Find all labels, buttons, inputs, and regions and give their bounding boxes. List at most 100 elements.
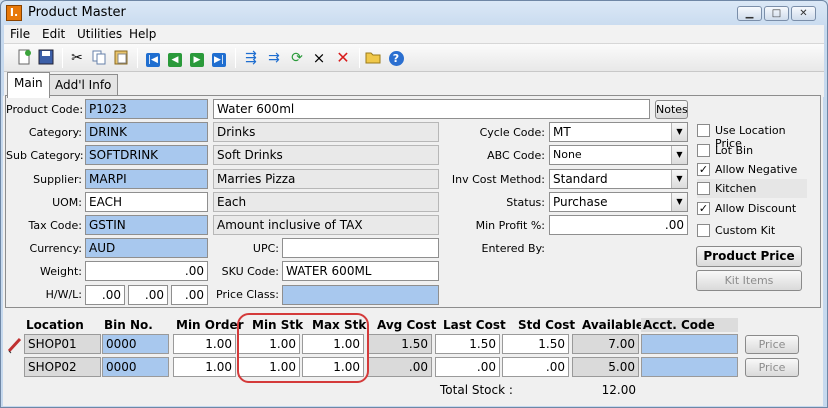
weight-label: Weight: (39, 265, 82, 278)
prev-icon[interactable]: ◀ (166, 49, 184, 67)
new-icon[interactable] (15, 49, 33, 67)
delete-icon[interactable]: ✕ (334, 49, 352, 67)
custom-kit-checkbox[interactable]: Custom Kit (697, 221, 807, 240)
close-window-button[interactable]: ✕ (791, 6, 816, 21)
sub-category-field[interactable]: SOFTDRINK (85, 145, 208, 165)
table-cell-acct-code[interactable] (641, 357, 738, 377)
menu-help[interactable]: Help (129, 27, 156, 41)
col-min-order: Min Order (176, 318, 244, 332)
entered-by-label: Entered By: (481, 242, 546, 255)
table-cell-location[interactable]: SHOP01 (24, 334, 101, 354)
menu-edit[interactable]: Edit (42, 27, 65, 41)
minimize-button[interactable]: ▁ (737, 6, 762, 21)
allow-negative-checkbox[interactable]: ✓ Allow Negative (697, 160, 807, 179)
inv-cost-method-select[interactable]: Standard ▼ (549, 169, 688, 189)
col-available: Available (582, 318, 644, 332)
kitchen-checkbox[interactable]: Kitchen (697, 179, 807, 198)
cycle-code-select[interactable]: MT ▼ (549, 122, 688, 142)
cut-icon[interactable]: ✂ (68, 49, 86, 67)
chevron-down-icon[interactable]: ▼ (671, 193, 687, 211)
indent-icon[interactable]: ⇶ (242, 49, 260, 67)
supplier-description: Marries Pizza (213, 169, 439, 189)
price-class-field[interactable] (282, 285, 439, 305)
min-max-stock-highlight (237, 313, 369, 383)
weight-field[interactable]: .00 (85, 261, 208, 281)
allow-discount-checkbox[interactable]: ✓ Allow Discount (697, 199, 807, 218)
tab-main[interactable]: Main (7, 72, 50, 98)
table-cell-bin[interactable]: 0000 (102, 357, 169, 377)
chevron-down-icon[interactable]: ▼ (671, 123, 687, 141)
uom-label: UOM: (52, 196, 82, 209)
status-select[interactable]: Purchase ▼ (549, 192, 688, 212)
open-folder-icon[interactable] (364, 49, 382, 67)
col-acct-code: Acct. Code (641, 318, 738, 332)
table-cell-bin[interactable]: 0000 (102, 334, 169, 354)
upc-label: UPC: (252, 242, 279, 255)
product-code-field[interactable]: P1023 (85, 99, 208, 119)
menu-file[interactable]: File (10, 27, 30, 41)
maximize-button[interactable]: □ (764, 6, 789, 21)
checkbox-box[interactable] (697, 182, 710, 195)
currency-field[interactable]: AUD (85, 238, 208, 258)
next-icon[interactable]: ▶ (188, 49, 206, 67)
category-field[interactable]: DRINK (85, 122, 208, 142)
table-cell-available: 7.00 (572, 334, 639, 354)
copy-icon[interactable] (90, 49, 108, 67)
outdent-icon[interactable]: ⇉ (265, 49, 283, 67)
upc-field[interactable] (282, 238, 439, 258)
min-profit-field[interactable]: .00 (549, 215, 688, 235)
kit-items-button[interactable]: Kit Items (696, 270, 802, 291)
tax-code-field[interactable]: GSTIN (85, 215, 208, 235)
table-cell-std-cost[interactable]: 1.50 (502, 334, 569, 354)
checkbox-label: Allow Discount (715, 202, 797, 215)
checkbox-box[interactable] (697, 144, 710, 157)
status-label: Status: (506, 196, 545, 209)
abc-code-select[interactable]: None ▼ (549, 145, 688, 165)
price-button[interactable]: Price (745, 335, 799, 354)
sku-code-field[interactable]: WATER 600ML (282, 261, 439, 281)
menu-utilities[interactable]: Utilities (77, 27, 122, 41)
length-field[interactable]: .00 (171, 285, 208, 305)
table-cell-min-order[interactable]: 1.00 (173, 334, 236, 354)
use-location-price-checkbox[interactable]: Use Location Price (697, 121, 807, 150)
check-icon[interactable]: ✓ (697, 163, 710, 176)
cycle-code-label: Cycle Code: (479, 126, 545, 139)
status-value: Purchase (553, 195, 608, 209)
abc-code-label: ABC Code: (487, 149, 545, 162)
notes-button[interactable]: Notes (655, 100, 688, 119)
height-field[interactable]: .00 (85, 285, 125, 305)
lot-bin-checkbox[interactable]: Lot Bin (697, 141, 807, 160)
small-delete-icon[interactable]: × (310, 49, 328, 67)
checkbox-box[interactable] (697, 124, 710, 137)
total-stock-label: Total Stock : (440, 383, 513, 397)
check-icon[interactable]: ✓ (697, 202, 710, 215)
table-cell-last-cost[interactable]: .00 (435, 357, 500, 377)
supplier-field[interactable]: MARPI (85, 169, 208, 189)
help-icon[interactable]: ? (387, 49, 405, 67)
price-button[interactable]: Price (745, 358, 799, 377)
col-std-cost: Std Cost (518, 318, 576, 332)
table-cell-avg-cost: .00 (367, 357, 432, 377)
paste-icon[interactable] (112, 49, 130, 67)
table-cell-location[interactable]: SHOP02 (24, 357, 101, 377)
table-cell-acct-code[interactable] (641, 334, 738, 354)
chevron-down-icon[interactable]: ▼ (671, 146, 687, 164)
col-bin-no: Bin No. (104, 318, 153, 332)
table-cell-std-cost[interactable]: .00 (502, 357, 569, 377)
last-icon[interactable]: ▶| (210, 49, 228, 67)
checkbox-box[interactable] (697, 224, 710, 237)
save-icon[interactable] (37, 49, 55, 67)
product-price-button[interactable]: Product Price (696, 246, 802, 267)
table-cell-last-cost[interactable]: 1.50 (435, 334, 500, 354)
product-description-field[interactable]: Water 600ml (213, 99, 650, 119)
uom-field[interactable]: EACH (85, 192, 208, 212)
first-icon[interactable]: |◀ (144, 49, 162, 67)
inv-cost-method-label: Inv Cost Method: (451, 173, 545, 186)
price-class-label: Price Class: (216, 288, 279, 301)
checkbox-label: Allow Negative (715, 163, 798, 176)
chevron-down-icon[interactable]: ▼ (671, 170, 687, 188)
tab-addl-info[interactable]: Add'l Info (48, 74, 119, 97)
refresh-icon[interactable]: ⟳ (288, 49, 306, 67)
table-cell-min-order[interactable]: 1.00 (173, 357, 236, 377)
width-field[interactable]: .00 (128, 285, 168, 305)
